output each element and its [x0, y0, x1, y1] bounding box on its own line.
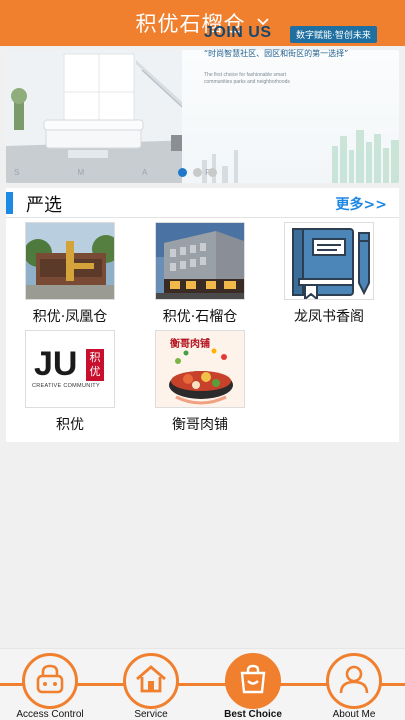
book-icon [284, 222, 374, 300]
ju-logo-text: JU [34, 345, 78, 383]
section-accent-bar [6, 192, 13, 214]
banner-join-title: JOIN US [204, 24, 272, 41]
list-item[interactable]: 衡哥肉铺 衡哥肉铺 [145, 330, 255, 434]
nav-circle[interactable] [225, 653, 281, 709]
more-link[interactable]: 更多>> [336, 194, 387, 214]
list-item[interactable]: 龙凤书香阁 [274, 222, 384, 326]
item-label: 龙凤书香阁 [294, 309, 364, 325]
banner-room-image [6, 50, 196, 183]
ju-logo-sub: 积优 [86, 349, 104, 381]
section-divider [6, 217, 399, 218]
bottom-nav: Access Control Service Best Choice About… [0, 648, 405, 720]
nav-about-me[interactable]: About Me [304, 649, 404, 720]
bag-icon [236, 662, 270, 700]
nav-circle[interactable] [22, 653, 78, 709]
promo-banner[interactable]: S M A R [6, 50, 399, 183]
carousel-dot[interactable] [208, 168, 217, 177]
list-item[interactable]: 积优·石榴仓 [145, 222, 255, 326]
nav-label: Best Choice [224, 709, 282, 720]
meat-photo: 衡哥肉铺 [155, 330, 245, 408]
nav-access-control[interactable]: Access Control [0, 649, 100, 720]
building-photo [155, 222, 245, 300]
banner-right-panel [182, 50, 399, 183]
nav-circle[interactable] [326, 653, 382, 709]
item-label: 积优·凤凰仓 [32, 309, 108, 325]
item-label: 积优·石榴仓 [162, 309, 238, 325]
carousel-dot[interactable] [178, 168, 187, 177]
building-photo [25, 222, 115, 300]
list-item[interactable]: 积优·凤凰仓 [15, 222, 125, 326]
nav-label: About Me [332, 709, 376, 720]
banner-tag: 数字赋能·智创未来 [290, 26, 377, 43]
nav-circle[interactable] [123, 653, 179, 709]
banner-english-text: The first choice for fashionable smart c… [204, 72, 290, 85]
banner-slogan: “时尚智慧社区、园区和街区的第一选择” [204, 49, 349, 58]
carousel-indicator[interactable] [178, 168, 217, 177]
nav-label: Access Control [16, 709, 84, 720]
lock-icon [33, 662, 67, 700]
section-title: 严选 [26, 195, 62, 216]
nav-best-choice[interactable]: Best Choice [203, 649, 303, 720]
carousel-dot[interactable] [193, 168, 202, 177]
best-choice-section: 严选 更多>> 积优·凤凰仓 积优·石榴仓 龙凤书香阁 JU 积优 CREATI… [6, 188, 399, 442]
nav-service[interactable]: Service [101, 649, 201, 720]
list-item[interactable]: JU 积优 CREATIVE COMMUNITY 积优 [15, 330, 125, 434]
user-icon [337, 662, 371, 700]
ju-logo: JU 积优 CREATIVE COMMUNITY [25, 330, 115, 408]
nav-label: Service [134, 709, 168, 720]
item-label: 衡哥肉铺 [172, 417, 228, 433]
home-icon [134, 662, 168, 700]
item-label: 积优 [56, 417, 84, 433]
ju-logo-caption: CREATIVE COMMUNITY [32, 383, 100, 389]
